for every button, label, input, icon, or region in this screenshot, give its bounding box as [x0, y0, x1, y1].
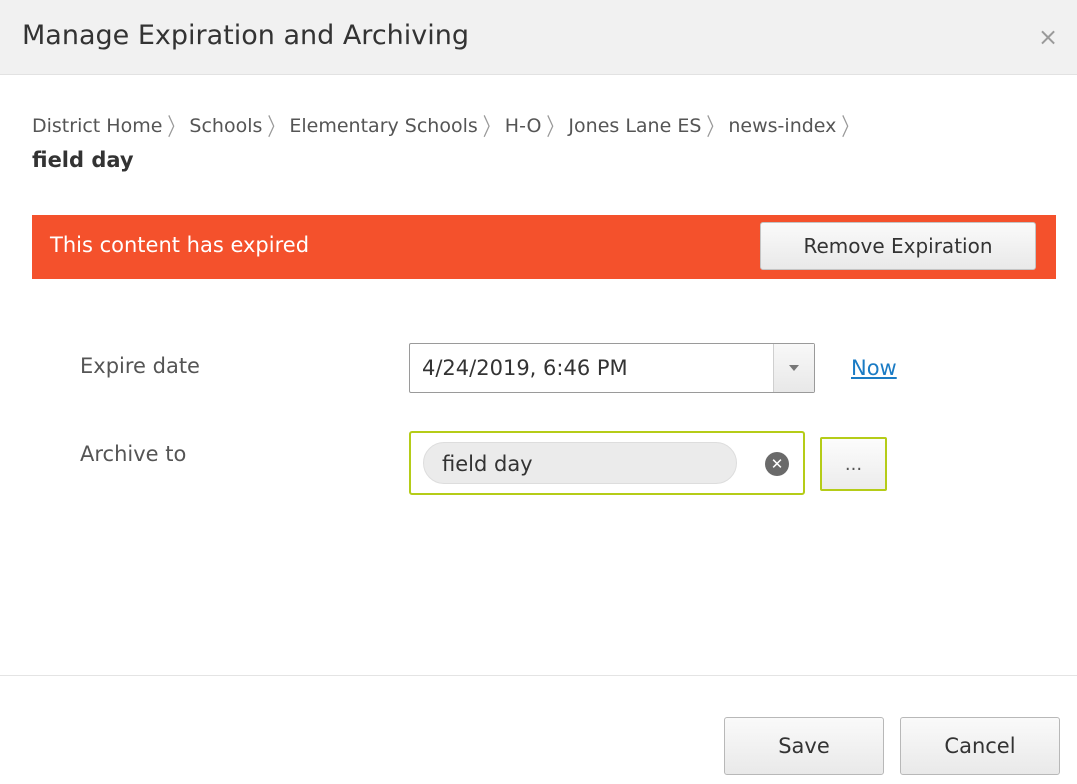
- breadcrumb-separator-icon: 〉: [167, 114, 185, 142]
- breadcrumb-current-page: field day: [32, 148, 134, 172]
- now-link[interactable]: Now: [851, 356, 897, 380]
- breadcrumb-separator-icon: 〉: [841, 114, 859, 142]
- archive-target-chip: field day: [423, 442, 737, 484]
- archive-target-label: field day: [442, 452, 533, 476]
- breadcrumb-separator-icon: 〉: [267, 114, 285, 142]
- manage-expiration-dialog: Manage Expiration and Archiving × Distri…: [0, 0, 1077, 784]
- breadcrumb-item-schools[interactable]: Schools: [189, 115, 262, 137]
- breadcrumb-item-news-index[interactable]: news-index: [728, 115, 836, 137]
- breadcrumb-item-h-o[interactable]: H-O: [505, 115, 542, 137]
- breadcrumb-separator-icon: 〉: [546, 114, 564, 142]
- close-icon[interactable]: ×: [1033, 22, 1063, 52]
- expire-date-dropdown-button[interactable]: [773, 344, 814, 392]
- breadcrumb-item-jones-lane-es[interactable]: Jones Lane ES: [568, 115, 701, 137]
- archive-to-field[interactable]: field day ✕: [409, 431, 805, 495]
- dialog-title: Manage Expiration and Archiving: [22, 20, 470, 51]
- clear-circle-icon[interactable]: ✕: [765, 452, 789, 476]
- breadcrumb-item-elementary-schools[interactable]: Elementary Schools: [289, 115, 477, 137]
- breadcrumb-separator-icon: 〉: [482, 114, 500, 142]
- footer-divider: [0, 675, 1077, 676]
- dialog-header: Manage Expiration and Archiving ×: [0, 0, 1077, 75]
- expired-alert-message: This content has expired: [50, 233, 310, 257]
- chevron-down-icon: [789, 365, 799, 371]
- expired-alert-bar: This content has expired Remove Expirati…: [32, 215, 1056, 279]
- remove-expiration-button[interactable]: Remove Expiration: [760, 222, 1036, 270]
- archive-to-label: Archive to: [80, 442, 187, 466]
- expire-date-value: 4/24/2019, 6:46 PM: [422, 356, 628, 380]
- save-button[interactable]: Save: [724, 717, 884, 775]
- breadcrumb: District Home 〉 Schools 〉 Elementary Schools…: [32, 112, 863, 142]
- browse-archive-button[interactable]: ...: [820, 437, 887, 491]
- expire-date-label: Expire date: [80, 354, 200, 378]
- breadcrumb-item-district-home[interactable]: District Home: [32, 115, 162, 137]
- cancel-button[interactable]: Cancel: [900, 717, 1060, 775]
- expire-date-select[interactable]: 4/24/2019, 6:46 PM: [409, 343, 815, 393]
- breadcrumb-separator-icon: 〉: [706, 114, 724, 142]
